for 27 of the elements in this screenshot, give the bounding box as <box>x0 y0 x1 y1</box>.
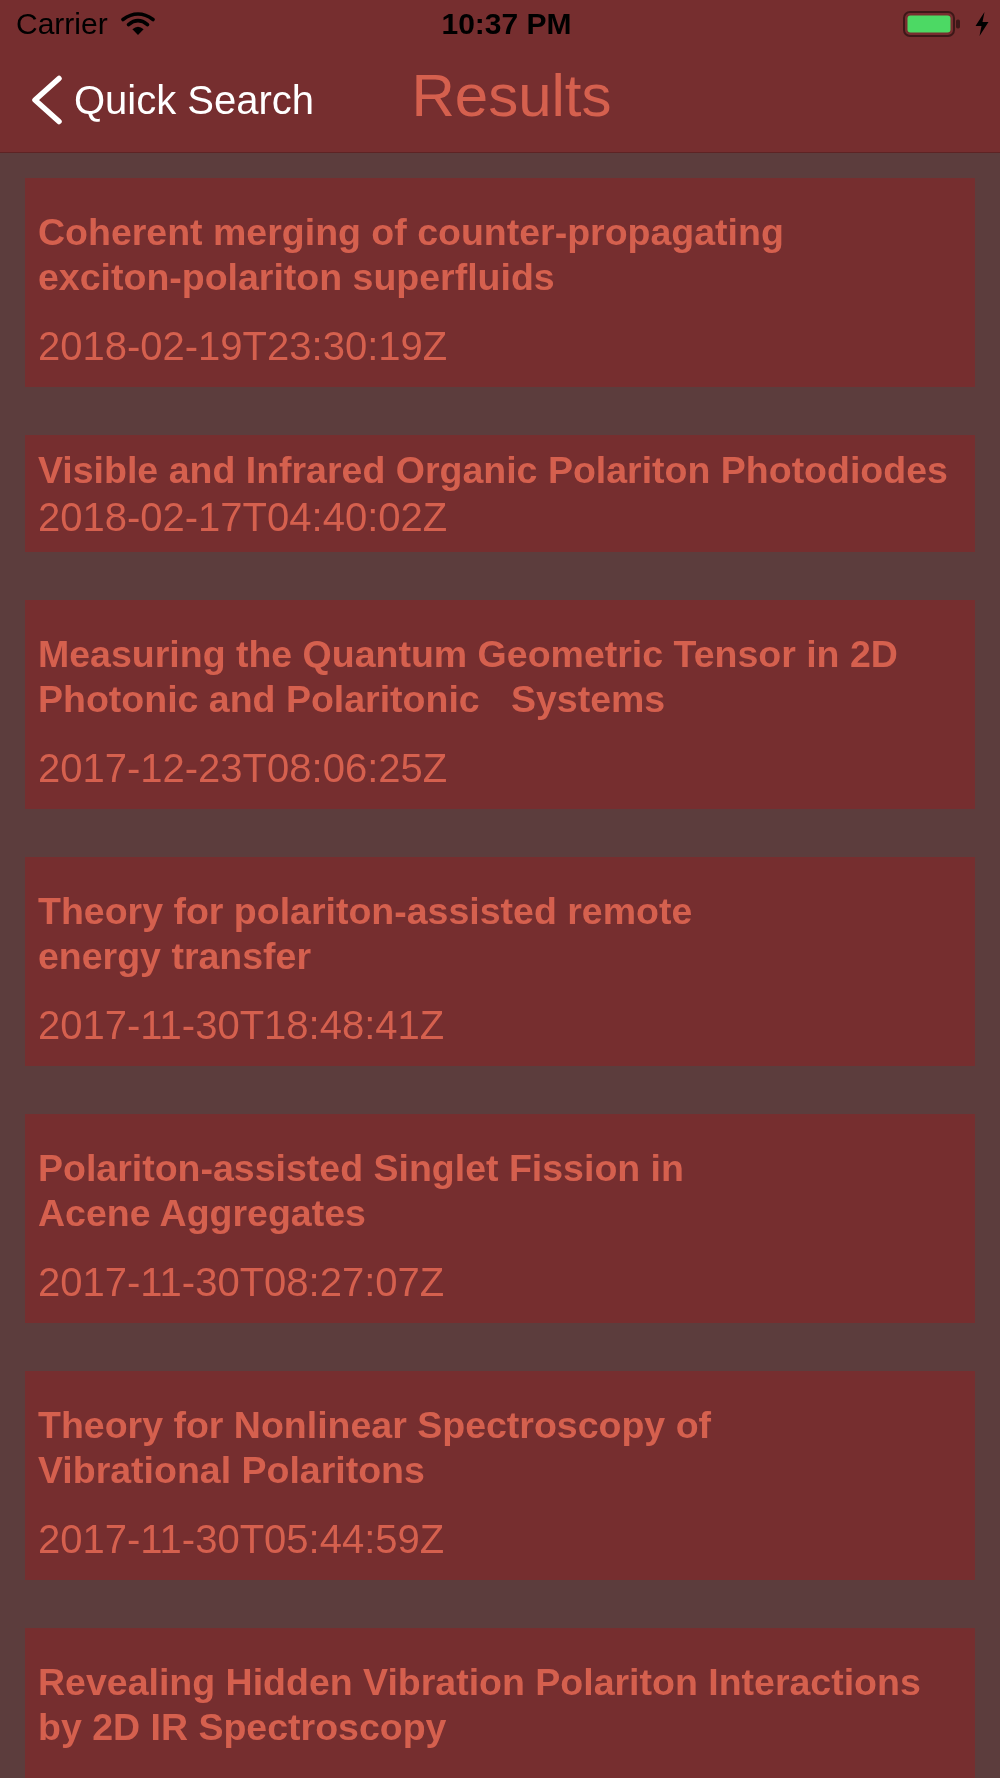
publication-date: 2017-11-30T05:44:59Z <box>38 1516 445 1562</box>
article-title: Visible and Infrared Organic Polariton Photodiodes <box>38 448 948 493</box>
article-title: Measuring the Quantum Geometric Tensor in 2D Photonic and Polaritonic Systems <box>38 632 898 722</box>
wifi-icon <box>120 10 155 35</box>
result-card[interactable]: Polariton-assisted Singlet Fission in Acene Aggregates 2017-11-30T08:27:07Z <box>25 1114 975 1323</box>
result-card[interactable]: Theory for Nonlinear Spectroscopy of Vibrational Polaritons 2017-11-30T05:44:59Z <box>25 1371 975 1580</box>
article-title: Revealing Hidden Vibration Polariton Interactions by 2D IR Spectroscopy <box>38 1660 921 1750</box>
article-title: Theory for polariton-assisted remote energy transfer <box>38 889 693 979</box>
back-button[interactable]: Quick Search <box>23 68 323 131</box>
result-card[interactable]: Visible and Infrared Organic Polariton Photodiodes 2018-02-17T04:40:02Z <box>25 435 975 552</box>
publication-date: 2017-11-30T08:27:07Z <box>38 1259 445 1305</box>
result-card[interactable]: Measuring the Quantum Geometric Tensor in 2D Photonic and Polaritonic Systems 2017-12-23T08:06:25Z <box>25 600 975 809</box>
article-title: Polariton-assisted Singlet Fission in Acene Aggregates <box>38 1146 684 1236</box>
publication-date: 2017-11-30T18:48:41Z <box>38 1002 445 1048</box>
publication-date: 2018-02-17T04:40:02Z <box>38 494 448 540</box>
battery-icon <box>903 10 960 37</box>
carrier-label: Carrier <box>16 5 108 42</box>
publication-date: 2017-12-23T08:06:25Z <box>38 745 448 791</box>
result-card[interactable]: Theory for polariton-assisted remote energy transfer 2017-11-30T18:48:41Z <box>25 857 975 1066</box>
chevron-left-icon <box>31 74 63 125</box>
result-card[interactable]: Revealing Hidden Vibration Polariton Interactions by 2D IR Spectroscopy <box>25 1628 975 1778</box>
publication-date: 2018-02-19T23:30:19Z <box>38 323 448 369</box>
clock-time: 10:37 PM <box>441 5 572 42</box>
article-title: Coherent merging of counter-propagating exciton-polariton superfluids <box>38 210 784 300</box>
result-card[interactable]: Coherent merging of counter-propagating exciton-polariton superfluids 2018-02-19T23:30:19Z <box>25 178 975 387</box>
article-title: Theory for Nonlinear Spectroscopy of Vibrational Polaritons <box>38 1403 712 1493</box>
page-title: Results <box>411 60 612 131</box>
